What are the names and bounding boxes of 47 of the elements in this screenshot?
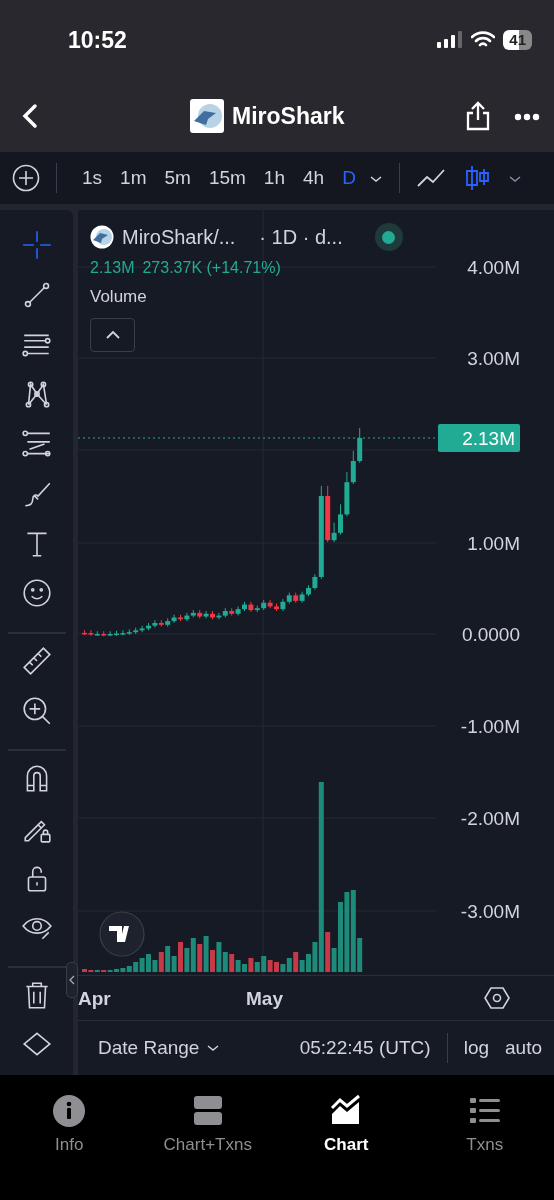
price-value: 2.13M <box>90 258 135 278</box>
price-change: 273.37K (+14.71%) <box>142 258 281 278</box>
price-axis-label: -3.00M <box>460 901 520 922</box>
price-axis-label: 4.00M <box>467 257 520 278</box>
caret-icon <box>207 1044 220 1052</box>
token-logo-icon <box>90 225 114 249</box>
time-axis-label: May <box>246 987 283 1011</box>
back-button[interactable] <box>20 103 40 129</box>
last-price-badge: 2.13M <box>438 424 520 452</box>
share-icon[interactable] <box>466 101 490 131</box>
tab-bar-item[interactable]: Chart <box>277 1093 416 1200</box>
page-title: MiroShark <box>232 101 345 131</box>
add-icon[interactable] <box>12 164 40 192</box>
collapse-handle[interactable] <box>66 962 78 998</box>
interval-tab[interactable]: 15m <box>199 163 255 193</box>
price-axis-label: -2.00M <box>460 808 520 829</box>
signal-icon <box>437 31 464 49</box>
settings-icon[interactable] <box>484 986 510 1010</box>
interval-tab[interactable]: 1m <box>111 163 156 193</box>
tab-bar-item[interactable]: Txns <box>415 1093 554 1200</box>
time-axis-label: Apr <box>78 987 111 1011</box>
auto-toggle[interactable]: auto <box>505 1033 542 1063</box>
tab-bar-item[interactable]: Chart+Txns <box>138 1093 277 1200</box>
interval-tab[interactable]: 1s <box>73 163 112 193</box>
interval-tab[interactable]: 5m <box>155 163 200 193</box>
interval-tab[interactable]: D <box>333 163 365 193</box>
symbol-name: MiroShark/... <box>122 225 236 250</box>
wifi-icon <box>471 31 496 49</box>
tab-bar-item[interactable]: Info <box>0 1093 139 1200</box>
collapse-button[interactable] <box>90 317 135 352</box>
log-toggle[interactable]: log <box>463 1033 489 1063</box>
indicator-name: Volume <box>90 286 148 308</box>
status-time: 10:52 <box>68 25 127 55</box>
token-logo-icon <box>190 99 224 133</box>
chevron-up-icon <box>104 329 121 340</box>
interval-text: · 1D · d... <box>259 225 343 250</box>
date-range-dropdown[interactable]: Date Range <box>98 1033 200 1063</box>
clock-text: 05:22:45 (UTC) <box>299 1035 431 1060</box>
chart-logo-icon <box>99 911 145 957</box>
battery-indicator: 41 <box>503 30 532 50</box>
interval-tab[interactable]: 1h <box>254 163 294 193</box>
price-axis-label: 0.0000 <box>461 624 520 645</box>
interval-tab[interactable]: 4h <box>294 163 334 193</box>
info-icon <box>52 1094 87 1128</box>
price-axis-label: -1.00M <box>460 716 520 737</box>
price-axis-label: 3.00M <box>467 348 520 369</box>
price-axis-label: 1.00M <box>467 533 520 554</box>
